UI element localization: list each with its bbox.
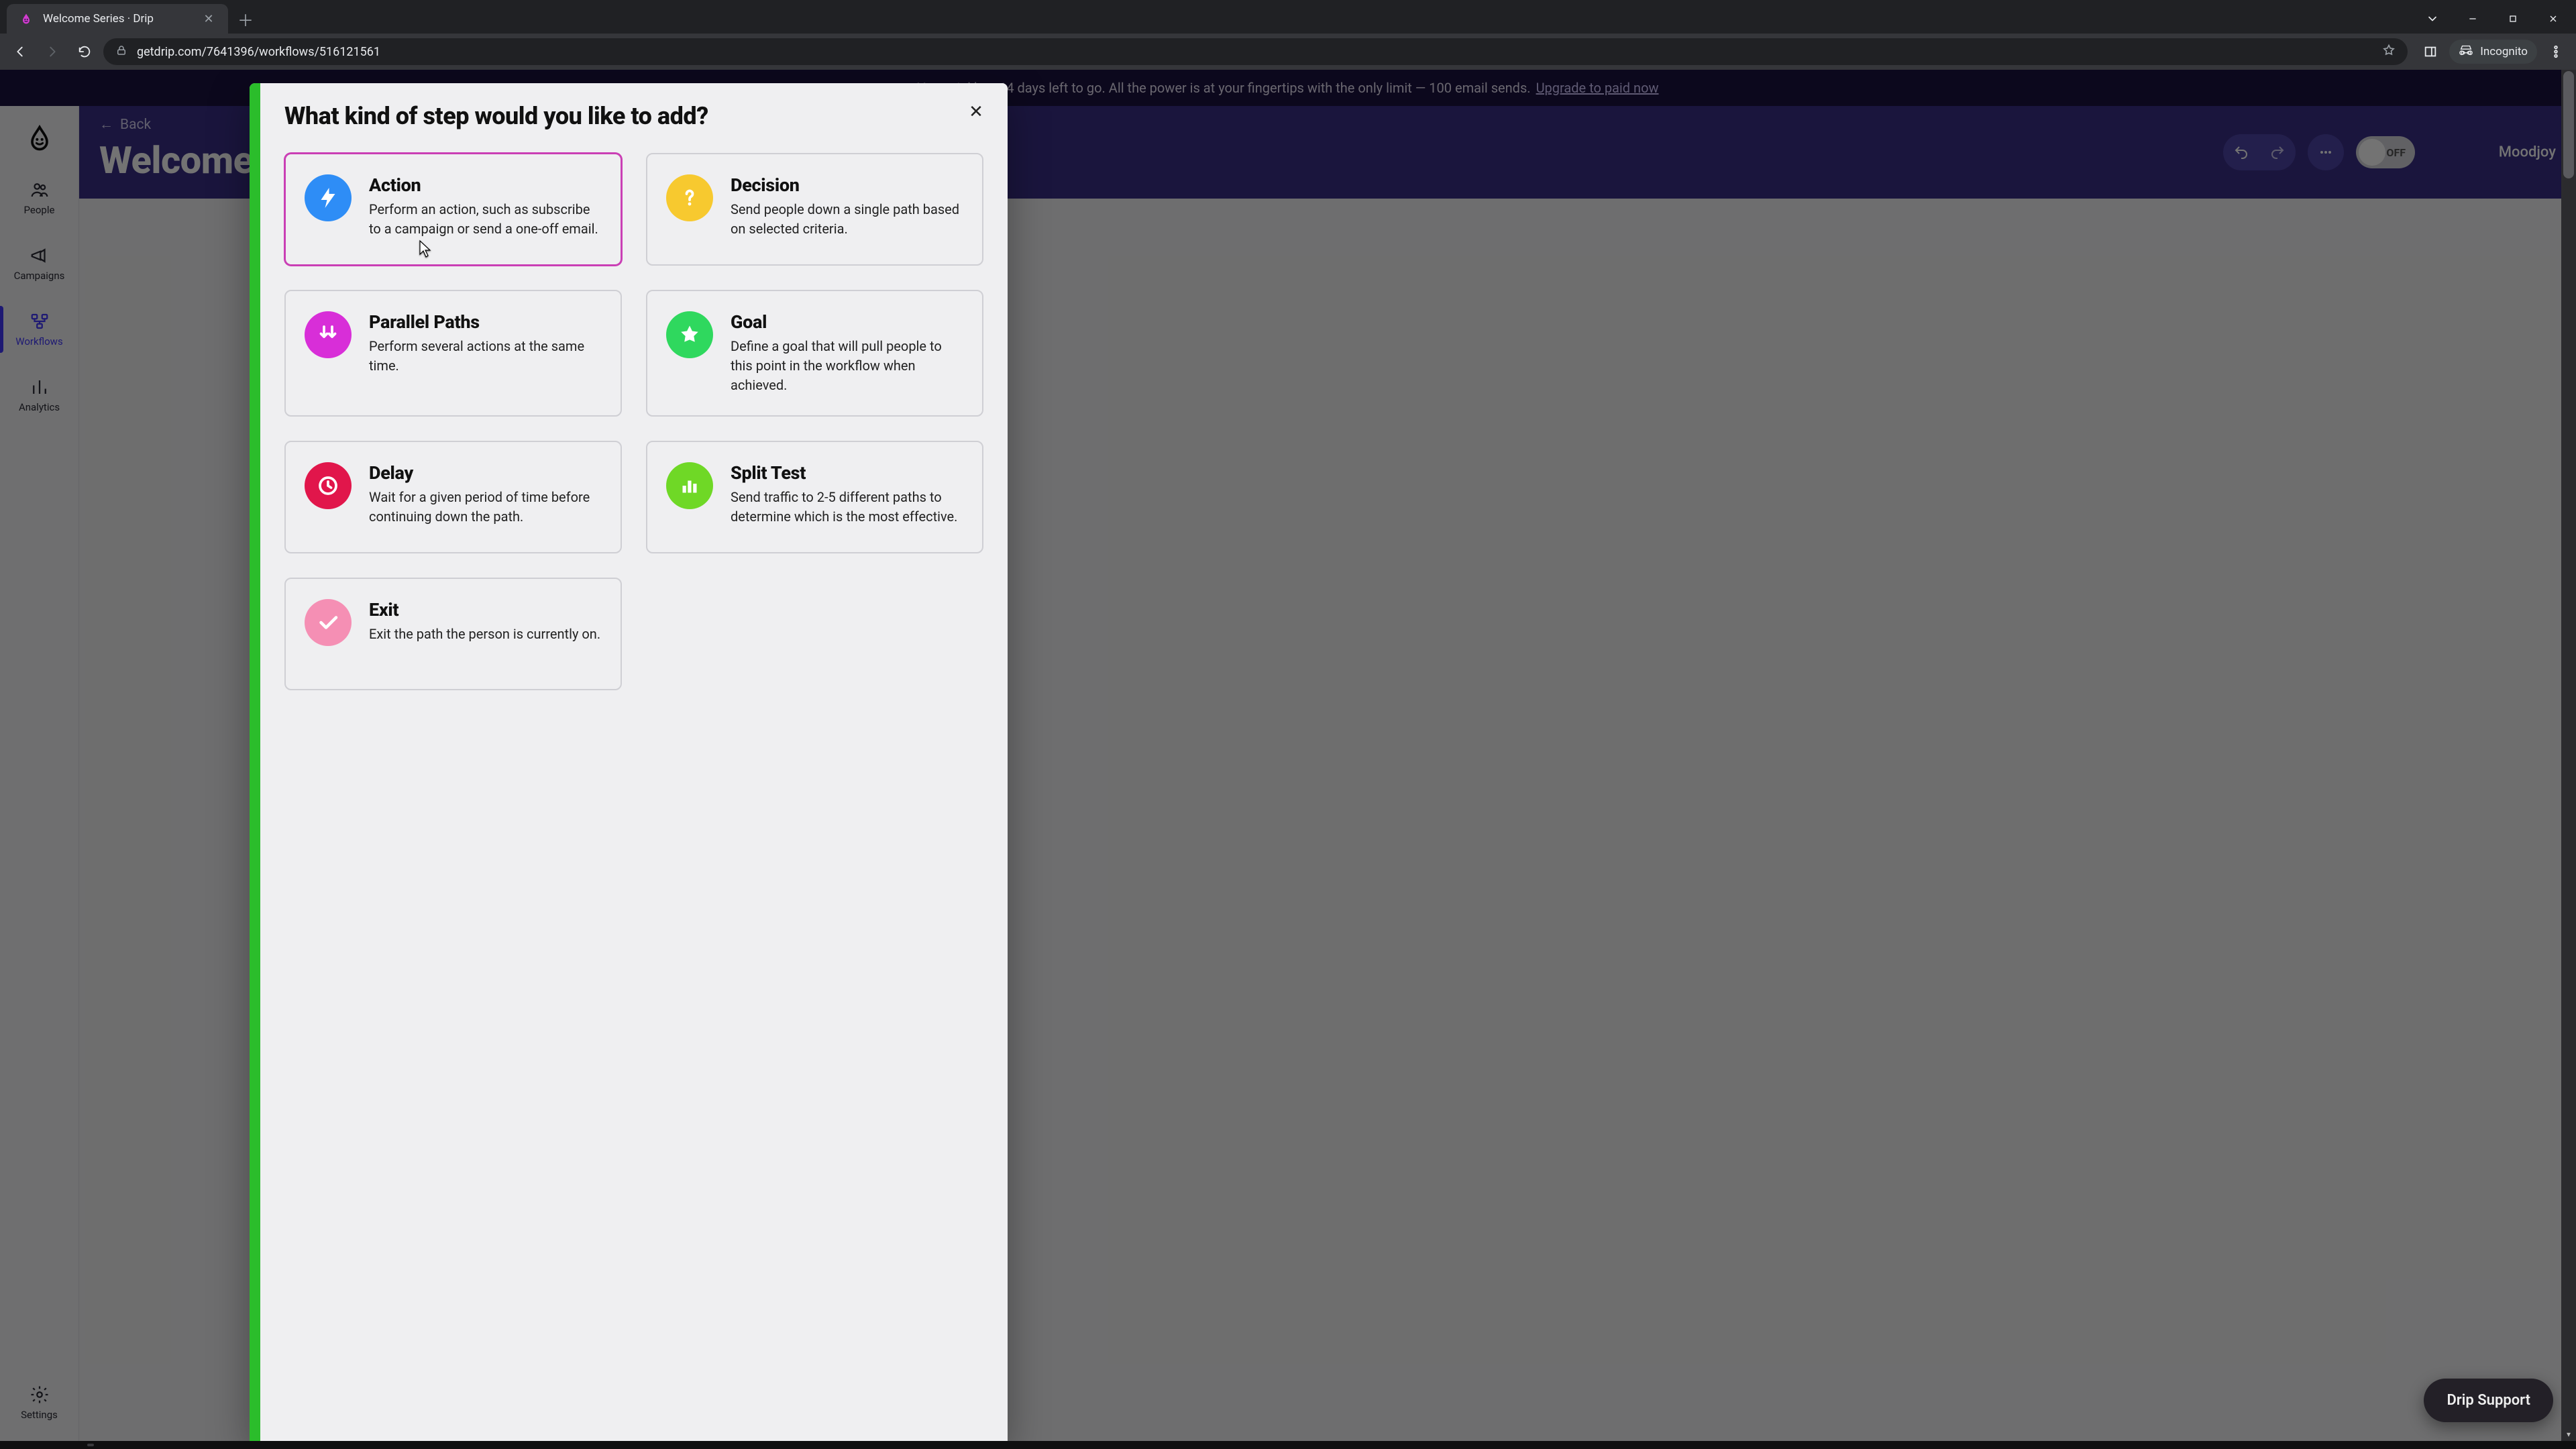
step-title: Parallel Paths	[369, 311, 602, 333]
step-title: Split Test	[731, 462, 963, 484]
browser-tab[interactable]: Welcome Series · Drip ✕	[7, 4, 228, 34]
window-controls	[2414, 4, 2576, 34]
window-minimize-button[interactable]	[2454, 5, 2491, 32]
tab-title: Welcome Series · Drip	[43, 12, 192, 25]
window-close-button[interactable]	[2534, 5, 2572, 32]
address-input[interactable]: getdrip.com/7641396/workflows/516121561	[103, 38, 2408, 65]
step-title: Action	[369, 174, 602, 196]
support-label: Drip Support	[2447, 1392, 2530, 1409]
nav-forward-button[interactable]	[39, 38, 66, 65]
step-desc: Exit the path the person is currently on…	[369, 625, 600, 644]
step-title: Exit	[369, 599, 600, 621]
incognito-icon	[2459, 43, 2473, 61]
step-desc: Perform several actions at the same time…	[369, 337, 602, 376]
browser-menu-icon[interactable]	[2542, 38, 2569, 65]
nav-reload-button[interactable]	[71, 38, 98, 65]
modal-close-button[interactable]: ✕	[965, 101, 987, 123]
step-option-parallel[interactable]: Parallel Paths Perform several actions a…	[284, 290, 622, 417]
taskbar-hint	[0, 1441, 2576, 1449]
new-tab-button[interactable]: ＋	[228, 4, 263, 34]
step-option-exit[interactable]: Exit Exit the path the person is current…	[284, 578, 622, 690]
scrollbar[interactable]: ▾	[2561, 70, 2576, 1441]
step-desc: Wait for a given period of time before c…	[369, 488, 602, 527]
add-step-modal: What kind of step would you like to add?…	[250, 83, 1008, 1441]
question-icon	[666, 174, 713, 221]
step-option-decision[interactable]: Decision Send people down a single path …	[646, 153, 983, 266]
drip-favicon-icon	[19, 11, 34, 26]
scrollbar-thumb[interactable]	[2563, 71, 2574, 178]
star-icon	[666, 311, 713, 358]
step-desc: Perform an action, such as subscribe to …	[369, 200, 602, 239]
clock-icon	[305, 462, 352, 509]
step-title: Goal	[731, 311, 963, 333]
lightning-icon	[305, 174, 352, 221]
step-desc: Define a goal that will pull people to t…	[731, 337, 963, 395]
browser-address-bar: getdrip.com/7641396/workflows/516121561 …	[0, 34, 2576, 70]
check-icon	[305, 599, 352, 646]
step-desc: Send people down a single path based on …	[731, 200, 963, 239]
step-title: Delay	[369, 462, 602, 484]
bar-chart-icon	[666, 462, 713, 509]
bookmark-star-icon[interactable]	[2382, 44, 2396, 60]
incognito-label: Incognito	[2480, 45, 2528, 58]
nav-back-button[interactable]	[7, 38, 34, 65]
lock-icon	[115, 44, 127, 59]
step-title: Decision	[731, 174, 963, 196]
modal-title: What kind of step would you like to add?	[284, 102, 983, 130]
parallel-arrows-icon	[305, 311, 352, 358]
step-option-split-test[interactable]: Split Test Send traffic to 2-5 different…	[646, 441, 983, 553]
url-text: getdrip.com/7641396/workflows/516121561	[137, 45, 380, 59]
support-bubble[interactable]: Drip Support	[2424, 1379, 2553, 1422]
incognito-indicator[interactable]: Incognito	[2449, 40, 2537, 64]
step-desc: Send traffic to 2-5 different paths to d…	[731, 488, 963, 527]
step-option-action[interactable]: Action Perform an action, such as subscr…	[284, 153, 622, 266]
browser-titlebar: Welcome Series · Drip ✕ ＋	[0, 0, 2576, 34]
tab-search-icon[interactable]	[2414, 5, 2451, 32]
side-panel-icon[interactable]	[2417, 38, 2444, 65]
window-maximize-button[interactable]	[2494, 5, 2532, 32]
step-option-delay[interactable]: Delay Wait for a given period of time be…	[284, 441, 622, 553]
tab-close-icon[interactable]: ✕	[201, 11, 216, 26]
step-option-goal[interactable]: Goal Define a goal that will pull people…	[646, 290, 983, 417]
modal-accent-stripe	[250, 83, 260, 1441]
scroll-down-arrow-icon[interactable]: ▾	[2561, 1428, 2576, 1441]
